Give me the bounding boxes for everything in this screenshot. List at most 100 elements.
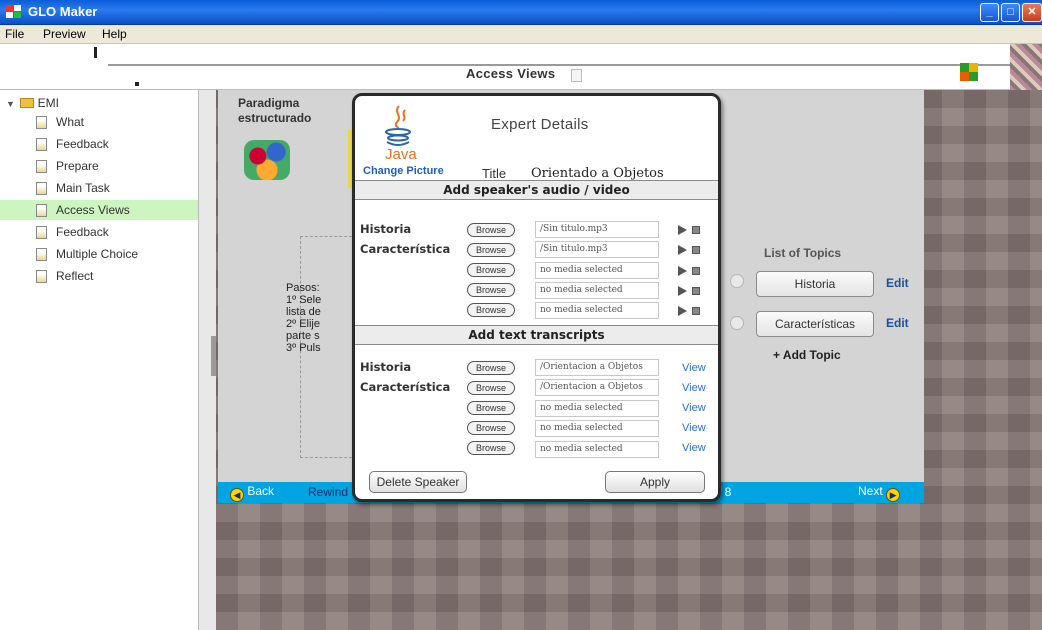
sidebar-item-multiple-choice[interactable]: Multiple Choice (0, 244, 198, 264)
stop-icon[interactable] (692, 267, 700, 275)
sidebar-item-reflect[interactable]: Reflect (0, 266, 198, 286)
sidebar-item-prepare[interactable]: Prepare (0, 156, 198, 176)
change-picture-link[interactable]: Change Picture (363, 165, 444, 177)
folder-icon (20, 98, 35, 108)
play-icon[interactable] (678, 245, 687, 255)
puzzle-image (244, 140, 290, 180)
browse-button[interactable]: Browse (467, 303, 515, 317)
sidebar-item-feedback-2[interactable]: Feedback (0, 222, 198, 242)
stop-icon[interactable] (692, 226, 700, 234)
audio-file-field[interactable]: no media selected (535, 282, 659, 299)
view-link[interactable]: View (682, 382, 706, 394)
text-file-field[interactable]: /Orientacion a Objetos (535, 379, 659, 396)
audio-file-field[interactable]: /Sin titulo.mp3 (535, 221, 659, 238)
menu-preview[interactable]: Preview (43, 27, 86, 41)
stop-icon[interactable] (692, 287, 700, 295)
view-link[interactable]: View (682, 422, 706, 434)
audio-row-label: Historia (360, 222, 412, 236)
expand-arrow-icon[interactable]: ▼ (6, 99, 15, 109)
topic-button-caracteristicas[interactable]: Características (756, 311, 874, 337)
java-logo-icon[interactable]: Java (373, 104, 423, 162)
text-file-field[interactable]: no media selected (535, 441, 659, 458)
sidebar-item-label: Multiple Choice (56, 247, 139, 261)
window-title: GLO Maker (28, 4, 98, 19)
topic-edit-link[interactable]: Edit (886, 316, 909, 330)
browse-button[interactable]: Browse (467, 441, 515, 455)
menu-file[interactable]: File (5, 27, 24, 41)
sidebar-item-main-task[interactable]: Main Task (0, 178, 198, 198)
minimize-icon[interactable]: _ (980, 3, 999, 22)
audio-file-field[interactable]: no media selected (535, 262, 659, 279)
add-topic-button[interactable]: + Add Topic (773, 348, 841, 362)
back-arrow-icon: ◀ (230, 488, 244, 502)
stop-icon[interactable] (692, 307, 700, 315)
topic-button-historia[interactable]: Historia (756, 271, 874, 297)
page-header: Access Views (0, 44, 1042, 90)
window-titlebar: GLO Maker _ □ ✕ (0, 0, 1042, 25)
sidebar-item-label: Prepare (56, 159, 99, 173)
sidebar-item-label: What (56, 115, 85, 129)
expert-details-dialog: Java Change Picture Expert Details Title… (352, 93, 721, 502)
edit-page-icon[interactable] (571, 69, 582, 82)
header-divider (108, 64, 1038, 66)
browse-button[interactable]: Browse (467, 401, 515, 415)
browse-button[interactable]: Browse (467, 223, 515, 237)
rewind-button[interactable]: Rewind (308, 485, 348, 499)
sidebar-item-access-views[interactable]: Access Views (0, 200, 198, 220)
steps-text: Pasos: 1º Sele lista de 2º Elije parte s… (286, 282, 322, 354)
audio-row-label: Característica (360, 242, 451, 256)
page-icon (36, 270, 47, 283)
next-button[interactable]: Next ▶ (858, 484, 901, 502)
close-icon[interactable]: ✕ (1022, 3, 1042, 22)
topic-edit-link[interactable]: Edit (886, 276, 909, 290)
title-label: Title (482, 166, 507, 181)
page-icon (36, 248, 47, 261)
play-icon[interactable] (678, 286, 687, 296)
browse-button[interactable]: Browse (467, 361, 515, 375)
title-value[interactable]: Orientado a Objetos (531, 166, 664, 181)
page-icon (36, 160, 47, 173)
play-icon[interactable] (678, 306, 687, 316)
delete-speaker-button[interactable]: Delete Speaker (369, 471, 467, 493)
sidebar-splitter[interactable] (198, 90, 217, 630)
tree-root-label: EMI (37, 96, 59, 110)
text-file-field[interactable]: /Orientacion a Objetos (535, 359, 659, 376)
back-button[interactable]: ◀ Back (230, 484, 274, 502)
text-file-field[interactable]: no media selected (535, 420, 659, 437)
page-icon (36, 182, 47, 195)
avatar (1010, 44, 1042, 90)
topic-radio[interactable] (730, 274, 744, 288)
sidebar-item-label: Feedback (56, 137, 109, 151)
stop-icon[interactable] (692, 246, 700, 254)
slide-heading-line: Paradigma (238, 96, 300, 110)
page-icon (36, 226, 47, 239)
browse-button[interactable]: Browse (467, 263, 515, 277)
audio-file-field[interactable]: no media selected (535, 302, 659, 319)
play-icon[interactable] (678, 266, 687, 276)
audio-file-field[interactable]: /Sin titulo.mp3 (535, 241, 659, 258)
tree-root-emi[interactable]: ▼ EMI (6, 96, 59, 110)
browse-button[interactable]: Browse (467, 243, 515, 257)
play-icon[interactable] (678, 225, 687, 235)
view-link[interactable]: View (682, 442, 706, 454)
text-file-field[interactable]: no media selected (535, 400, 659, 417)
header-marker (135, 82, 139, 86)
browse-button[interactable]: Browse (467, 381, 515, 395)
sidebar-item-what[interactable]: What (0, 112, 198, 132)
view-link[interactable]: View (682, 362, 706, 374)
menu-help[interactable]: Help (102, 27, 127, 41)
menu-bar: File Preview Help (0, 25, 1042, 44)
browse-button[interactable]: Browse (467, 421, 515, 435)
browse-button[interactable]: Browse (467, 283, 515, 297)
topic-radio[interactable] (730, 316, 744, 330)
sidebar-item-feedback[interactable]: Feedback (0, 134, 198, 154)
next-label: Next (858, 484, 883, 498)
next-arrow-icon: ▶ (886, 488, 901, 502)
sidebar-item-label: Main Task (56, 181, 110, 195)
glo-maker-app-icon (6, 5, 22, 19)
maximize-icon[interactable]: □ (1001, 3, 1020, 22)
layout-grid-icon[interactable] (960, 63, 978, 81)
apply-button[interactable]: Apply (605, 471, 705, 493)
audio-section-header: Add speaker's audio / video (355, 180, 718, 200)
view-link[interactable]: View (682, 402, 706, 414)
